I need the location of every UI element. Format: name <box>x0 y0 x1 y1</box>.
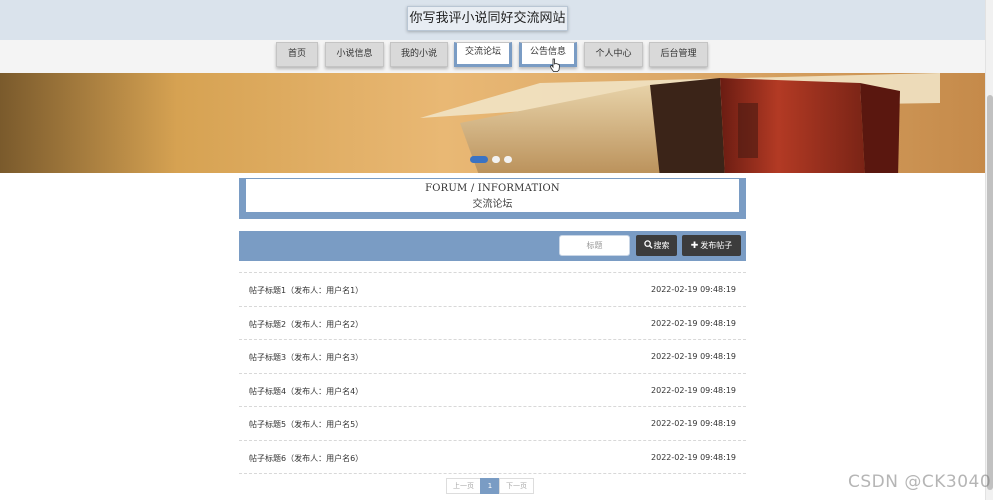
carousel-dot-1[interactable] <box>470 156 488 163</box>
nav-item-home[interactable]: 首页 <box>276 42 318 67</box>
nav-item-forum[interactable]: 交流论坛 <box>454 42 512 67</box>
nav-item-my-novels[interactable]: 我的小说 <box>390 42 448 67</box>
post-time: 2022-02-19 09:48:19 <box>651 385 736 395</box>
post-time: 2022-02-19 09:48:19 <box>651 285 736 294</box>
hand-cursor-icon <box>550 58 560 72</box>
section-title-en: FORUM / INFORMATION <box>425 183 560 194</box>
section-title-box: FORUM / INFORMATION 交流论坛 <box>239 178 746 219</box>
search-input[interactable] <box>559 235 630 256</box>
post-time: 2022-02-19 09:48:19 <box>651 318 736 328</box>
plus-icon: ✚ <box>690 240 699 250</box>
nav-item-admin[interactable]: 后台管理 <box>649 42 708 67</box>
list-item[interactable]: 帖子标题1（发布人：用户名1） 2022-02-19 09:48:19 <box>239 272 746 306</box>
list-item[interactable]: 帖子标题4（发布人：用户名4） 2022-02-19 09:48:19 <box>239 372 746 407</box>
nav-item-novel-info[interactable]: 小说信息 <box>325 42 384 67</box>
list-item[interactable]: 帖子标题3（发布人：用户名3） 2022-02-19 09:48:19 <box>239 339 746 373</box>
pagination: 上一页 1 下一页 <box>446 478 534 494</box>
section-title-cn: 交流论坛 <box>472 199 513 210</box>
list-item[interactable]: 帖子标题5（发布人：用户名5） 2022-02-19 09:48:19 <box>239 406 746 440</box>
carousel-dots <box>470 156 512 163</box>
search-button-label: 搜索 <box>653 241 670 250</box>
search-icon <box>643 240 653 249</box>
site-title: 你写我评小说同好交流网站 <box>407 6 568 31</box>
prev-page-button[interactable]: 上一页 <box>446 478 481 494</box>
post-list: 帖子标题1（发布人：用户名1） 2022-02-19 09:48:19 帖子标题… <box>239 272 746 474</box>
publish-post-label: 发布帖子 <box>700 241 733 250</box>
post-time: 2022-02-19 09:48:19 <box>651 419 736 429</box>
page-scrollbar[interactable] <box>985 0 993 500</box>
post-title[interactable]: 帖子标题4（发布人：用户名4） <box>249 386 363 397</box>
watermark: CSDN @CK3040 <box>848 472 992 492</box>
main-nav: 首页 小说信息 我的小说 交流论坛 公告信息 个人中心 后台管理 <box>0 40 985 73</box>
post-title[interactable]: 帖子标题1（发布人：用户名1） <box>249 285 363 296</box>
post-title[interactable]: 帖子标题3（发布人：用户名3） <box>249 352 363 363</box>
post-title[interactable]: 帖子标题5（发布人：用户名5） <box>249 419 363 430</box>
list-item[interactable]: 帖子标题2（发布人：用户名2） 2022-02-19 09:48:19 <box>239 305 746 340</box>
carousel-dot-2[interactable] <box>492 156 500 163</box>
scrollbar-thumb[interactable] <box>987 95 993 490</box>
search-bar: 搜索 ✚发布帖子 <box>239 231 746 261</box>
post-time: 2022-02-19 09:48:19 <box>651 452 736 462</box>
search-button[interactable]: 搜索 <box>636 235 677 256</box>
publish-post-button[interactable]: ✚ 发布帖子 <box>682 235 741 256</box>
nav-item-personal-center[interactable]: 个人中心 <box>584 42 643 67</box>
post-title[interactable]: 帖子标题6（发布人：用户名6） <box>249 453 363 464</box>
site-header: 你写我评小说同好交流网站 <box>0 0 985 40</box>
current-page-button[interactable]: 1 <box>480 478 500 494</box>
carousel-dot-3[interactable] <box>504 156 512 163</box>
next-page-button[interactable]: 下一页 <box>499 478 534 494</box>
post-time: 2022-02-19 09:48:19 <box>651 352 736 362</box>
post-title[interactable]: 帖子标题2（发布人：用户名2） <box>249 319 363 330</box>
list-item[interactable]: 帖子标题6（发布人：用户名6） 2022-02-19 09:48:19 <box>239 439 746 474</box>
nav-item-announcements[interactable]: 公告信息 <box>519 42 577 67</box>
